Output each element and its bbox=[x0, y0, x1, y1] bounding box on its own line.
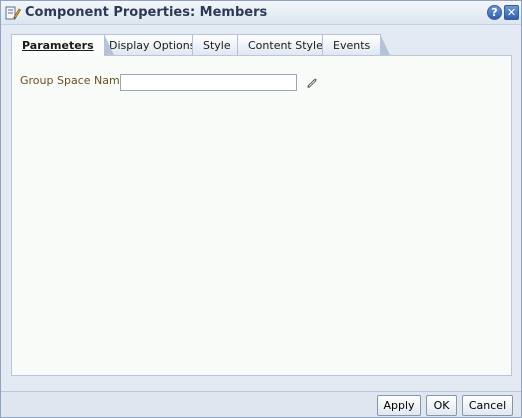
ok-button[interactable]: OK bbox=[426, 395, 457, 416]
tab-label: Style bbox=[203, 39, 231, 52]
title-bar[interactable]: Component Properties: Members ? ✕ bbox=[1, 1, 521, 25]
tab-content-style[interactable]: Content Style bbox=[237, 34, 343, 55]
group-space-name-label: Group Space Name bbox=[20, 74, 127, 87]
tab-parameters[interactable]: Parameters bbox=[11, 34, 114, 56]
tab-label: Parameters bbox=[22, 39, 94, 52]
tab-events[interactable]: Events bbox=[322, 34, 391, 55]
dialog-title: Component Properties: Members bbox=[25, 5, 268, 20]
tab-label: Content Style bbox=[248, 39, 323, 52]
tab-display-options[interactable]: Display Options bbox=[98, 34, 215, 55]
component-properties-dialog: Component Properties: Members ? ✕ Parame… bbox=[0, 0, 522, 418]
parameters-panel: Group Space Name bbox=[11, 55, 512, 376]
pencil-icon[interactable] bbox=[306, 76, 318, 88]
tab-label: Display Options bbox=[109, 39, 196, 52]
tab-label: Events bbox=[333, 39, 371, 52]
cancel-button[interactable]: Cancel bbox=[462, 395, 513, 416]
dialog-body: Parameters Display Options Style Content… bbox=[1, 25, 521, 391]
close-button[interactable]: ✕ bbox=[504, 5, 519, 20]
component-properties-icon bbox=[5, 6, 21, 20]
tab-style[interactable]: Style bbox=[192, 34, 251, 55]
apply-button[interactable]: Apply bbox=[377, 395, 421, 416]
group-space-name-input[interactable] bbox=[120, 74, 297, 91]
dialog-footer: Apply OK Cancel bbox=[1, 391, 521, 417]
help-button[interactable]: ? bbox=[487, 5, 502, 20]
